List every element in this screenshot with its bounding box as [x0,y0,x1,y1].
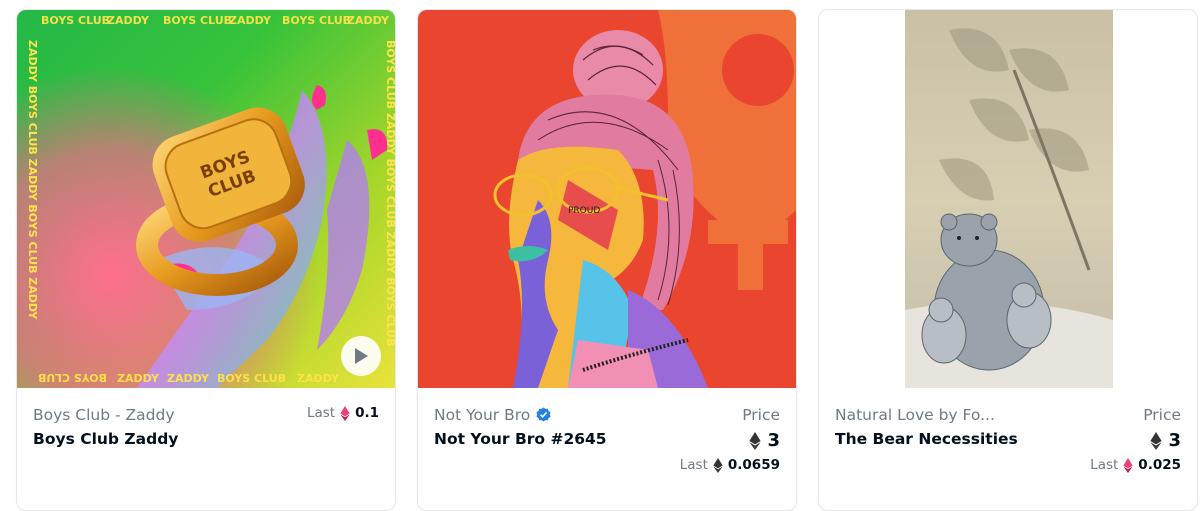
glasses-text: PROUD [568,206,600,216]
price-amount: 3 [1168,430,1181,451]
nft-card[interactable]: PROUD Not Your Bro Not Your Bro #2645 Pr… [417,9,797,511]
svg-text:ZADDY: ZADDY [347,14,390,27]
nft-card[interactable]: BOYS CLUB BOYS CLUB ZADDY BOYS CLUB ZADDY … [16,9,396,511]
collection-name-text: Not Your Bro [434,406,531,424]
nft-artwork-bear [819,10,1197,388]
item-name[interactable]: Boys Club Zaddy [33,430,178,448]
svg-text:BOYS CLUB: BOYS CLUB [38,371,107,384]
last-sale: Last 0.0659 [680,457,780,473]
verified-badge-icon [536,407,551,422]
nft-card[interactable]: Natural Love by Fo... The Bear Necessiti… [818,9,1198,511]
collection-name[interactable]: Boys Club - Zaddy [33,406,175,424]
last-sale: Last 0.025 [1090,457,1181,473]
price-value: 3 [1150,430,1181,451]
svg-text:BOYS CLUB ZADDY BOYS CLUB Z: BOYS CLUB ZADDY BOYS CLUB ZADDY BOYS CLU… [384,40,395,346]
last-value: 0.025 [1138,457,1181,473]
svg-text:BOYS CLUB: BOYS CLUB [41,14,110,27]
svg-text:ZADDY BOYS CLUB ZADDY BOYS: ZADDY BOYS CLUB ZADDY BOYS CLUB ZADDY [26,40,39,320]
svg-text:ZADDY: ZADDY [297,372,340,385]
nft-media[interactable] [819,10,1197,388]
nft-card-footer: Boys Club - Zaddy Boys Club Zaddy Last 0… [17,388,395,508]
last-sale: Last 0.1 [307,405,379,421]
play-icon [355,348,368,364]
svg-text:ZADDY: ZADDY [107,14,150,27]
nft-artwork-woman-portrait: PROUD [418,10,796,388]
svg-text:BOYS CLUB: BOYS CLUB [282,14,351,27]
price-amount: 3 [767,430,780,451]
last-label: Last [679,457,708,473]
last-label: Last [306,405,336,421]
collection-name[interactable]: Natural Love by Fo... [835,406,995,424]
nft-media[interactable]: BOYS CLUB BOYS CLUB ZADDY BOYS CLUB ZADDY … [17,10,395,388]
item-name[interactable]: The Bear Necessities [835,430,1018,448]
play-button[interactable] [341,336,381,376]
weth-icon [340,405,350,421]
svg-text:BOYS CLUB: BOYS CLUB [217,372,286,385]
last-value: 0.1 [355,405,379,421]
price-label: Price [1143,406,1181,424]
nft-card-footer: Not Your Bro Not Your Bro #2645 Price 3 … [418,388,796,508]
nft-card-footer: Natural Love by Fo... The Bear Necessiti… [819,388,1197,508]
price-label: Price [742,406,780,424]
last-value: 0.0659 [727,457,780,473]
collection-name[interactable]: Not Your Bro [434,406,551,424]
svg-text:ZADDY: ZADDY [167,372,210,385]
nft-card-grid: BOYS CLUB BOYS CLUB ZADDY BOYS CLUB ZADDY … [0,0,1200,511]
eth-icon [713,457,723,473]
price-value: 3 [749,430,780,451]
nft-media[interactable]: PROUD [418,10,796,388]
weth-icon [1123,457,1133,473]
nft-artwork-boys-club: BOYS CLUB BOYS CLUBZADDY BOYS CLUBZADDY … [17,10,395,388]
svg-text:ZADDY: ZADDY [117,372,160,385]
svg-text:ZADDY: ZADDY [229,14,272,27]
svg-text:BOYS CLUB: BOYS CLUB [163,14,232,27]
eth-icon [749,431,762,450]
eth-icon [1150,431,1163,450]
last-label: Last [1090,457,1119,473]
item-name[interactable]: Not Your Bro #2645 [434,430,607,448]
